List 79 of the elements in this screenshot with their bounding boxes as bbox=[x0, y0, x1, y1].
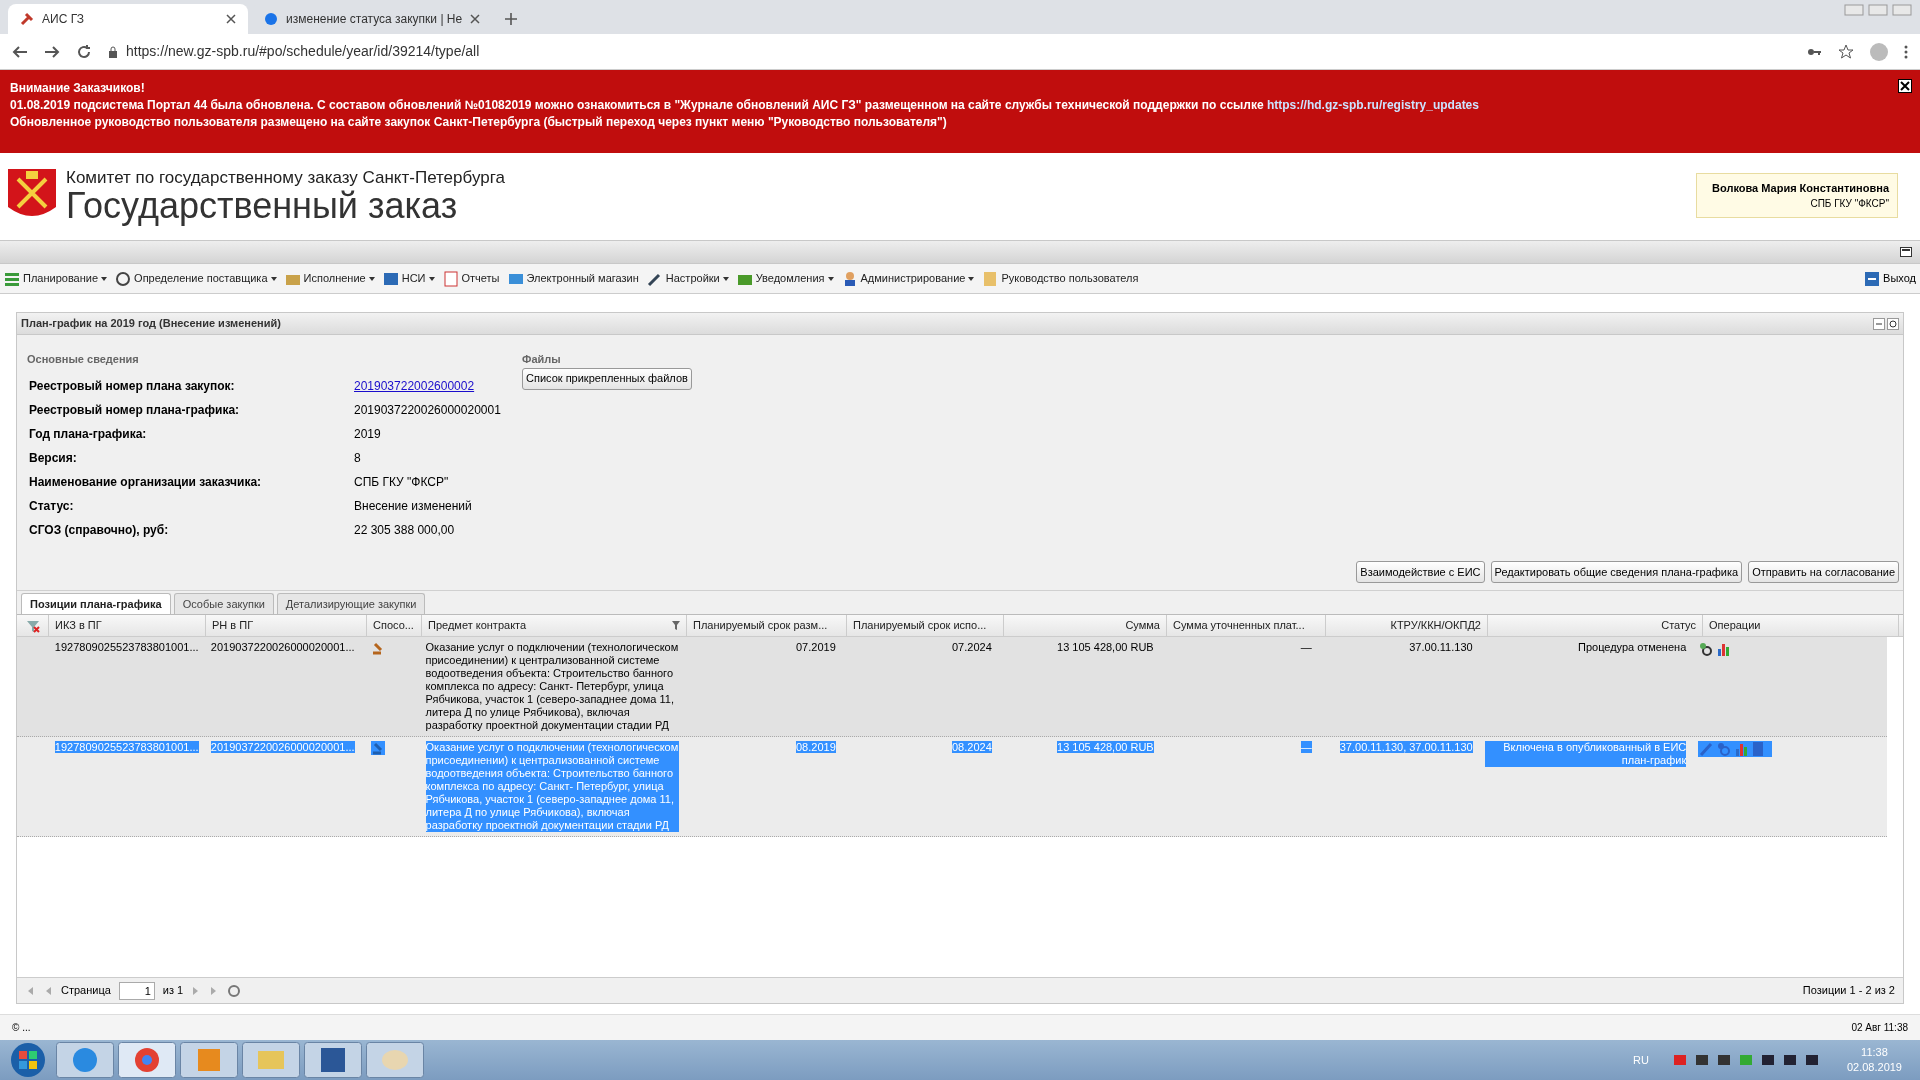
files-button[interactable]: Список прикрепленных файлов bbox=[522, 367, 692, 390]
plan-number-link[interactable]: 201903722002600002 bbox=[354, 376, 475, 395]
browser-tab[interactable]: АИС ГЗ bbox=[8, 4, 248, 34]
page-label: Страница bbox=[61, 983, 111, 999]
menu-item[interactable]: НСИ bbox=[382, 270, 435, 287]
panel-title: План-график на 2019 год (Внесение изменений) bbox=[21, 316, 281, 332]
table-cell: 07.2019 bbox=[796, 641, 836, 653]
action-button[interactable]: Взаимодействие с ЕИС bbox=[1356, 561, 1485, 583]
column-header[interactable]: ИКЗ в ПГ bbox=[55, 617, 102, 634]
server-time: 02 Авг 11:38 bbox=[1851, 1021, 1908, 1035]
site-title: Государственный заказ bbox=[66, 187, 458, 224]
table-cell: 1927809025523783801001... bbox=[54, 741, 199, 753]
table-cell: — bbox=[1300, 741, 1312, 753]
column-header[interactable]: Операции bbox=[1709, 617, 1761, 634]
field-value: 8 bbox=[354, 449, 361, 467]
field-label: Статус: bbox=[29, 497, 75, 515]
tab[interactable]: Позиции плана-графика bbox=[21, 593, 171, 614]
table-cell-text: Процедура отменена bbox=[1577, 641, 1687, 654]
table-cell: 37.00.11.130 bbox=[1409, 641, 1473, 653]
organization-name: Комитет по государственному заказу Санкт-Петербурга bbox=[66, 167, 505, 188]
table-cell: Оказание услуг о подключении (технологическом присоединении) к централизованной системе водоотведения объекта: Строительство банного комплекса по адресу: Санкт- Петербург, улица Рябчикова, участок 1 (северо-западнее дома 11, литера Д по улице Рябчикова), включая разработку проектной документации стадии РД bbox=[425, 641, 679, 732]
column-header[interactable]: Спосо... bbox=[373, 617, 414, 634]
menu-item[interactable]: Настройки bbox=[646, 270, 729, 287]
tab[interactable]: Детализирующие закупки bbox=[276, 593, 426, 614]
field-label: Реестровый номер плана закупок: bbox=[29, 377, 236, 395]
table-cell: 13 105 428,00 RUB bbox=[1057, 741, 1154, 753]
table-cell: 1927809025523783801001... bbox=[54, 641, 199, 653]
table-cell: 2019037220026000020001... bbox=[210, 741, 355, 753]
field-value: 22 305 388 000,00 bbox=[354, 521, 455, 539]
field-label: Версия: bbox=[29, 449, 78, 467]
table-cell: 13 105 428,00 RUB bbox=[1057, 641, 1154, 653]
field-value: СПБ ГКУ "ФКСР" bbox=[354, 473, 449, 491]
user-name: Волкова Мария Константиновна bbox=[1712, 180, 1889, 196]
menu-item[interactable]: Электронный магазин bbox=[507, 270, 639, 287]
field-value: 2019037220026000020001 bbox=[354, 401, 501, 419]
menu-item[interactable]: Планирование bbox=[4, 270, 108, 287]
column-header[interactable]: Планируемый срок испо... bbox=[853, 617, 987, 634]
section-heading: Файлы bbox=[522, 352, 561, 367]
copyright-text: © ... bbox=[12, 1021, 31, 1035]
menu-item[interactable]: Отчеты bbox=[442, 270, 500, 287]
menu-item[interactable]: Исполнение bbox=[284, 270, 375, 287]
table-cell: 07.2024 bbox=[952, 641, 992, 653]
column-header[interactable]: Статус bbox=[1661, 617, 1696, 634]
records-summary: Позиции 1 - 2 из 2 bbox=[1802, 983, 1895, 999]
tab[interactable]: Особые закупки bbox=[173, 593, 274, 614]
column-header[interactable]: Предмет контракта bbox=[428, 617, 527, 634]
user-organization: СПБ ГКУ "ФКСР" bbox=[1810, 197, 1889, 212]
section-heading: Основные сведения bbox=[27, 352, 140, 367]
page-count: из 1 bbox=[162, 983, 184, 999]
menu-item[interactable]: Администрирование bbox=[841, 270, 975, 287]
column-header[interactable]: Планируемый срок разм... bbox=[693, 617, 828, 634]
url-field[interactable]: https://new.gz-spb.ru/#po/schedule/year/id/39214/type/all bbox=[126, 41, 480, 62]
field-value: Внесение изменений bbox=[354, 497, 472, 515]
table-cell: 08.2024 bbox=[952, 741, 992, 753]
menu-item[interactable]: Уведомления bbox=[736, 270, 834, 287]
field-value: 2019 bbox=[354, 425, 381, 443]
table-cell: 08.2019 bbox=[796, 741, 836, 753]
action-button[interactable]: Отправить на согласование bbox=[1748, 561, 1899, 583]
table-cell: — bbox=[1300, 641, 1312, 653]
banner-text: Обновленное руководство пользователя размещено на сайте закупок Санкт-Петербурга (быстрый переход через пункт меню "Руководство пользователя") bbox=[10, 114, 948, 131]
table-cell: Включена в опубликованный в ЕИС план-график bbox=[1484, 741, 1687, 767]
banner-text: 01.08.2019 подсистема Портал 44 была обновлена. С составом обновлений №01082019 можно ознакомиться в "Журнале обновлений АИС ГЗ" размещенном на сайте службы технической поддержки по ссылке https://hd.gz-spb.ru/registry_updates bbox=[10, 97, 1480, 114]
field-label: Год плана-графика: bbox=[29, 425, 148, 443]
column-header[interactable]: РН в ПГ bbox=[212, 617, 254, 634]
field-label: СГОЗ (справочно), руб: bbox=[29, 521, 170, 539]
field-label: Наименование организации заказчика: bbox=[29, 473, 263, 491]
column-header[interactable]: Сумма bbox=[1125, 617, 1160, 634]
menu-item[interactable]: Руководство пользователя bbox=[982, 270, 1139, 287]
table-cell: 2019037220026000020001... bbox=[210, 641, 355, 653]
action-button[interactable]: Редактировать общие сведения плана-графика bbox=[1490, 561, 1743, 583]
banner-title: Внимание Заказчиков! bbox=[10, 80, 145, 97]
page-number-field[interactable]: 1 bbox=[118, 981, 155, 1000]
column-header[interactable]: Сумма уточненных плат... bbox=[1173, 617, 1305, 634]
logout-button[interactable]: Выход bbox=[1864, 270, 1916, 287]
banner-link[interactable]: https://hd.gz-spb.ru/registry_updates bbox=[1266, 98, 1479, 112]
table-cell: 37.00.11.130, 37.00.11.130 bbox=[1339, 741, 1473, 753]
column-header[interactable]: КТРУ/ККН/ОКПД2 bbox=[1390, 617, 1481, 634]
field-label: Реестровый номер плана-графика: bbox=[29, 401, 241, 419]
menu-item[interactable]: Определение поставщика bbox=[115, 270, 277, 287]
